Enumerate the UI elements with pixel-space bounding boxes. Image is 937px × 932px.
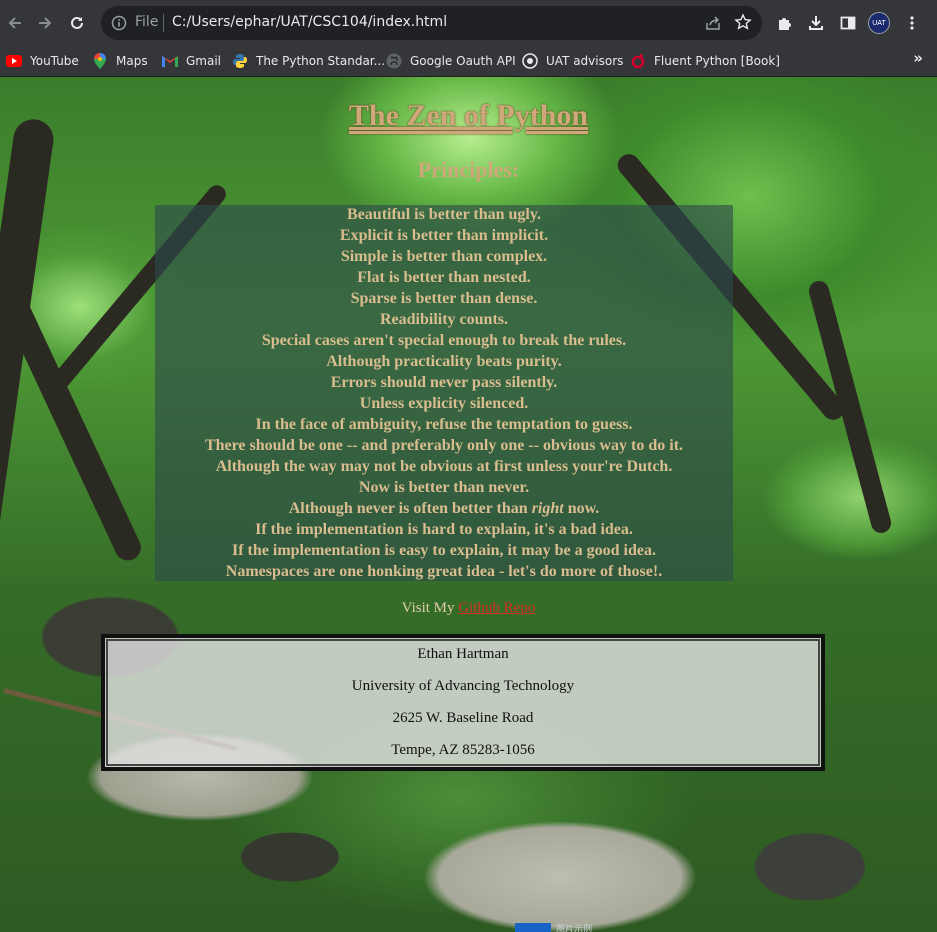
back-icon[interactable] bbox=[3, 11, 27, 35]
bookmark-fluent-python[interactable]: Fluent Python [Book] bbox=[630, 50, 780, 72]
zen-line: In the face of ambiguity, refuse the tem… bbox=[255, 416, 633, 433]
page-viewport: The Zen of Python Principles: Beautiful … bbox=[0, 77, 937, 932]
taskbar-button[interactable] bbox=[515, 923, 551, 932]
bookmark-maps[interactable]: Maps bbox=[92, 50, 148, 72]
address-name: Ethan Hartman bbox=[417, 646, 509, 662]
page-title: The Zen of Python bbox=[348, 99, 589, 132]
address-street: 2625 W. Baseline Road bbox=[392, 710, 534, 726]
zen-line: Now is better than never. bbox=[358, 479, 530, 496]
bookmark-label: Google Oauth API bbox=[410, 54, 516, 68]
bookmark-google-oauth[interactable]: Google Oauth API bbox=[386, 50, 516, 72]
zen-line: Namespaces are one honking great idea - … bbox=[225, 563, 663, 580]
zen-line: Sparse is better than dense. bbox=[350, 290, 538, 307]
zen-line: Errors should never pass silently. bbox=[330, 374, 558, 391]
omnibox-divider bbox=[163, 14, 164, 32]
bookmark-label: UAT advisors bbox=[546, 54, 624, 68]
bookmarks-bar: YouTube Maps Gmail The Python Standar...… bbox=[0, 46, 937, 77]
url-text[interactable]: C:/Users/ephar/UAT/CSC104/index.html bbox=[172, 14, 447, 30]
bookmark-youtube[interactable]: YouTube bbox=[6, 50, 79, 72]
download-icon[interactable] bbox=[804, 11, 828, 35]
zen-line: Beautiful is better than ugly. bbox=[347, 206, 541, 223]
zen-line: There should be one -- and preferably on… bbox=[204, 437, 684, 454]
reload-icon[interactable] bbox=[65, 11, 89, 35]
bookmark-label: Gmail bbox=[186, 54, 222, 68]
taskbar-label: 图片示例 bbox=[556, 925, 593, 932]
zen-line: Flat is better than nested. bbox=[357, 269, 531, 286]
uat-icon bbox=[522, 53, 538, 69]
zen-line: Simple is better than complex. bbox=[340, 248, 548, 265]
bookmark-python-docs[interactable]: The Python Standar... bbox=[232, 50, 385, 72]
python-icon bbox=[232, 53, 248, 69]
bookmark-uat-advisors[interactable]: UAT advisors bbox=[522, 50, 623, 72]
address-bar[interactable]: File C:/Users/ephar/UAT/CSC104/index.htm… bbox=[101, 6, 762, 40]
star-icon[interactable] bbox=[734, 13, 752, 36]
bookmark-label: Fluent Python [Book] bbox=[654, 54, 780, 68]
gmail-icon bbox=[162, 53, 178, 69]
zen-line: Although the way may not be obvious at f… bbox=[215, 458, 673, 475]
visit-text: Visit My bbox=[401, 600, 459, 616]
zen-line: Unless explicity silenced. bbox=[359, 395, 529, 412]
bookmarks-overflow-button[interactable]: » bbox=[913, 49, 923, 67]
principles-heading: Principles: bbox=[417, 157, 520, 182]
bookmark-label: YouTube bbox=[30, 54, 79, 68]
zen-line: If the implementation is easy to explain… bbox=[232, 542, 656, 559]
oreilly-icon bbox=[630, 53, 646, 69]
visit-line: Visit My Github Repo bbox=[0, 600, 937, 617]
zen-line: If the implementation is hard to explain… bbox=[255, 521, 633, 538]
address-city: Tempe, AZ 85283-1056 bbox=[391, 742, 535, 758]
zen-line: Although practicality beats purity. bbox=[326, 353, 562, 370]
zen-line: Explicit is better than implicit. bbox=[339, 227, 549, 244]
share-icon[interactable] bbox=[704, 14, 722, 37]
zen-line: Although never is often better than righ… bbox=[155, 498, 733, 519]
github-repo-link[interactable]: Github Repo bbox=[458, 600, 535, 616]
zen-list: Beautiful is better than ugly. Explicit … bbox=[155, 204, 733, 582]
zen-line-part: now. bbox=[563, 500, 600, 517]
sidepanel-icon[interactable] bbox=[836, 11, 860, 35]
address-school: University of Advancing Technology bbox=[351, 678, 575, 694]
bookmark-label: Maps bbox=[116, 54, 148, 68]
youtube-icon bbox=[6, 53, 22, 69]
avatar[interactable]: UAT bbox=[868, 12, 890, 34]
zen-line: Special cases aren't special enough to b… bbox=[261, 332, 627, 349]
info-icon[interactable] bbox=[111, 15, 127, 36]
scheme-label: File bbox=[135, 14, 159, 30]
zen-line: Readibility counts. bbox=[379, 311, 508, 328]
browser-toolbar: File C:/Users/ephar/UAT/CSC104/index.htm… bbox=[0, 0, 937, 46]
maps-icon bbox=[92, 53, 108, 69]
github-icon bbox=[386, 53, 402, 69]
forward-icon[interactable] bbox=[33, 11, 57, 35]
menu-icon[interactable] bbox=[900, 11, 924, 35]
address-box: Ethan Hartman University of Advancing Te… bbox=[101, 634, 825, 771]
extensions-icon[interactable] bbox=[772, 11, 796, 35]
bookmark-gmail[interactable]: Gmail bbox=[162, 50, 221, 72]
zen-line-part: Although never is often better than bbox=[288, 500, 528, 517]
zen-emphasis: right bbox=[531, 500, 564, 517]
bookmark-label: The Python Standar... bbox=[256, 54, 386, 68]
